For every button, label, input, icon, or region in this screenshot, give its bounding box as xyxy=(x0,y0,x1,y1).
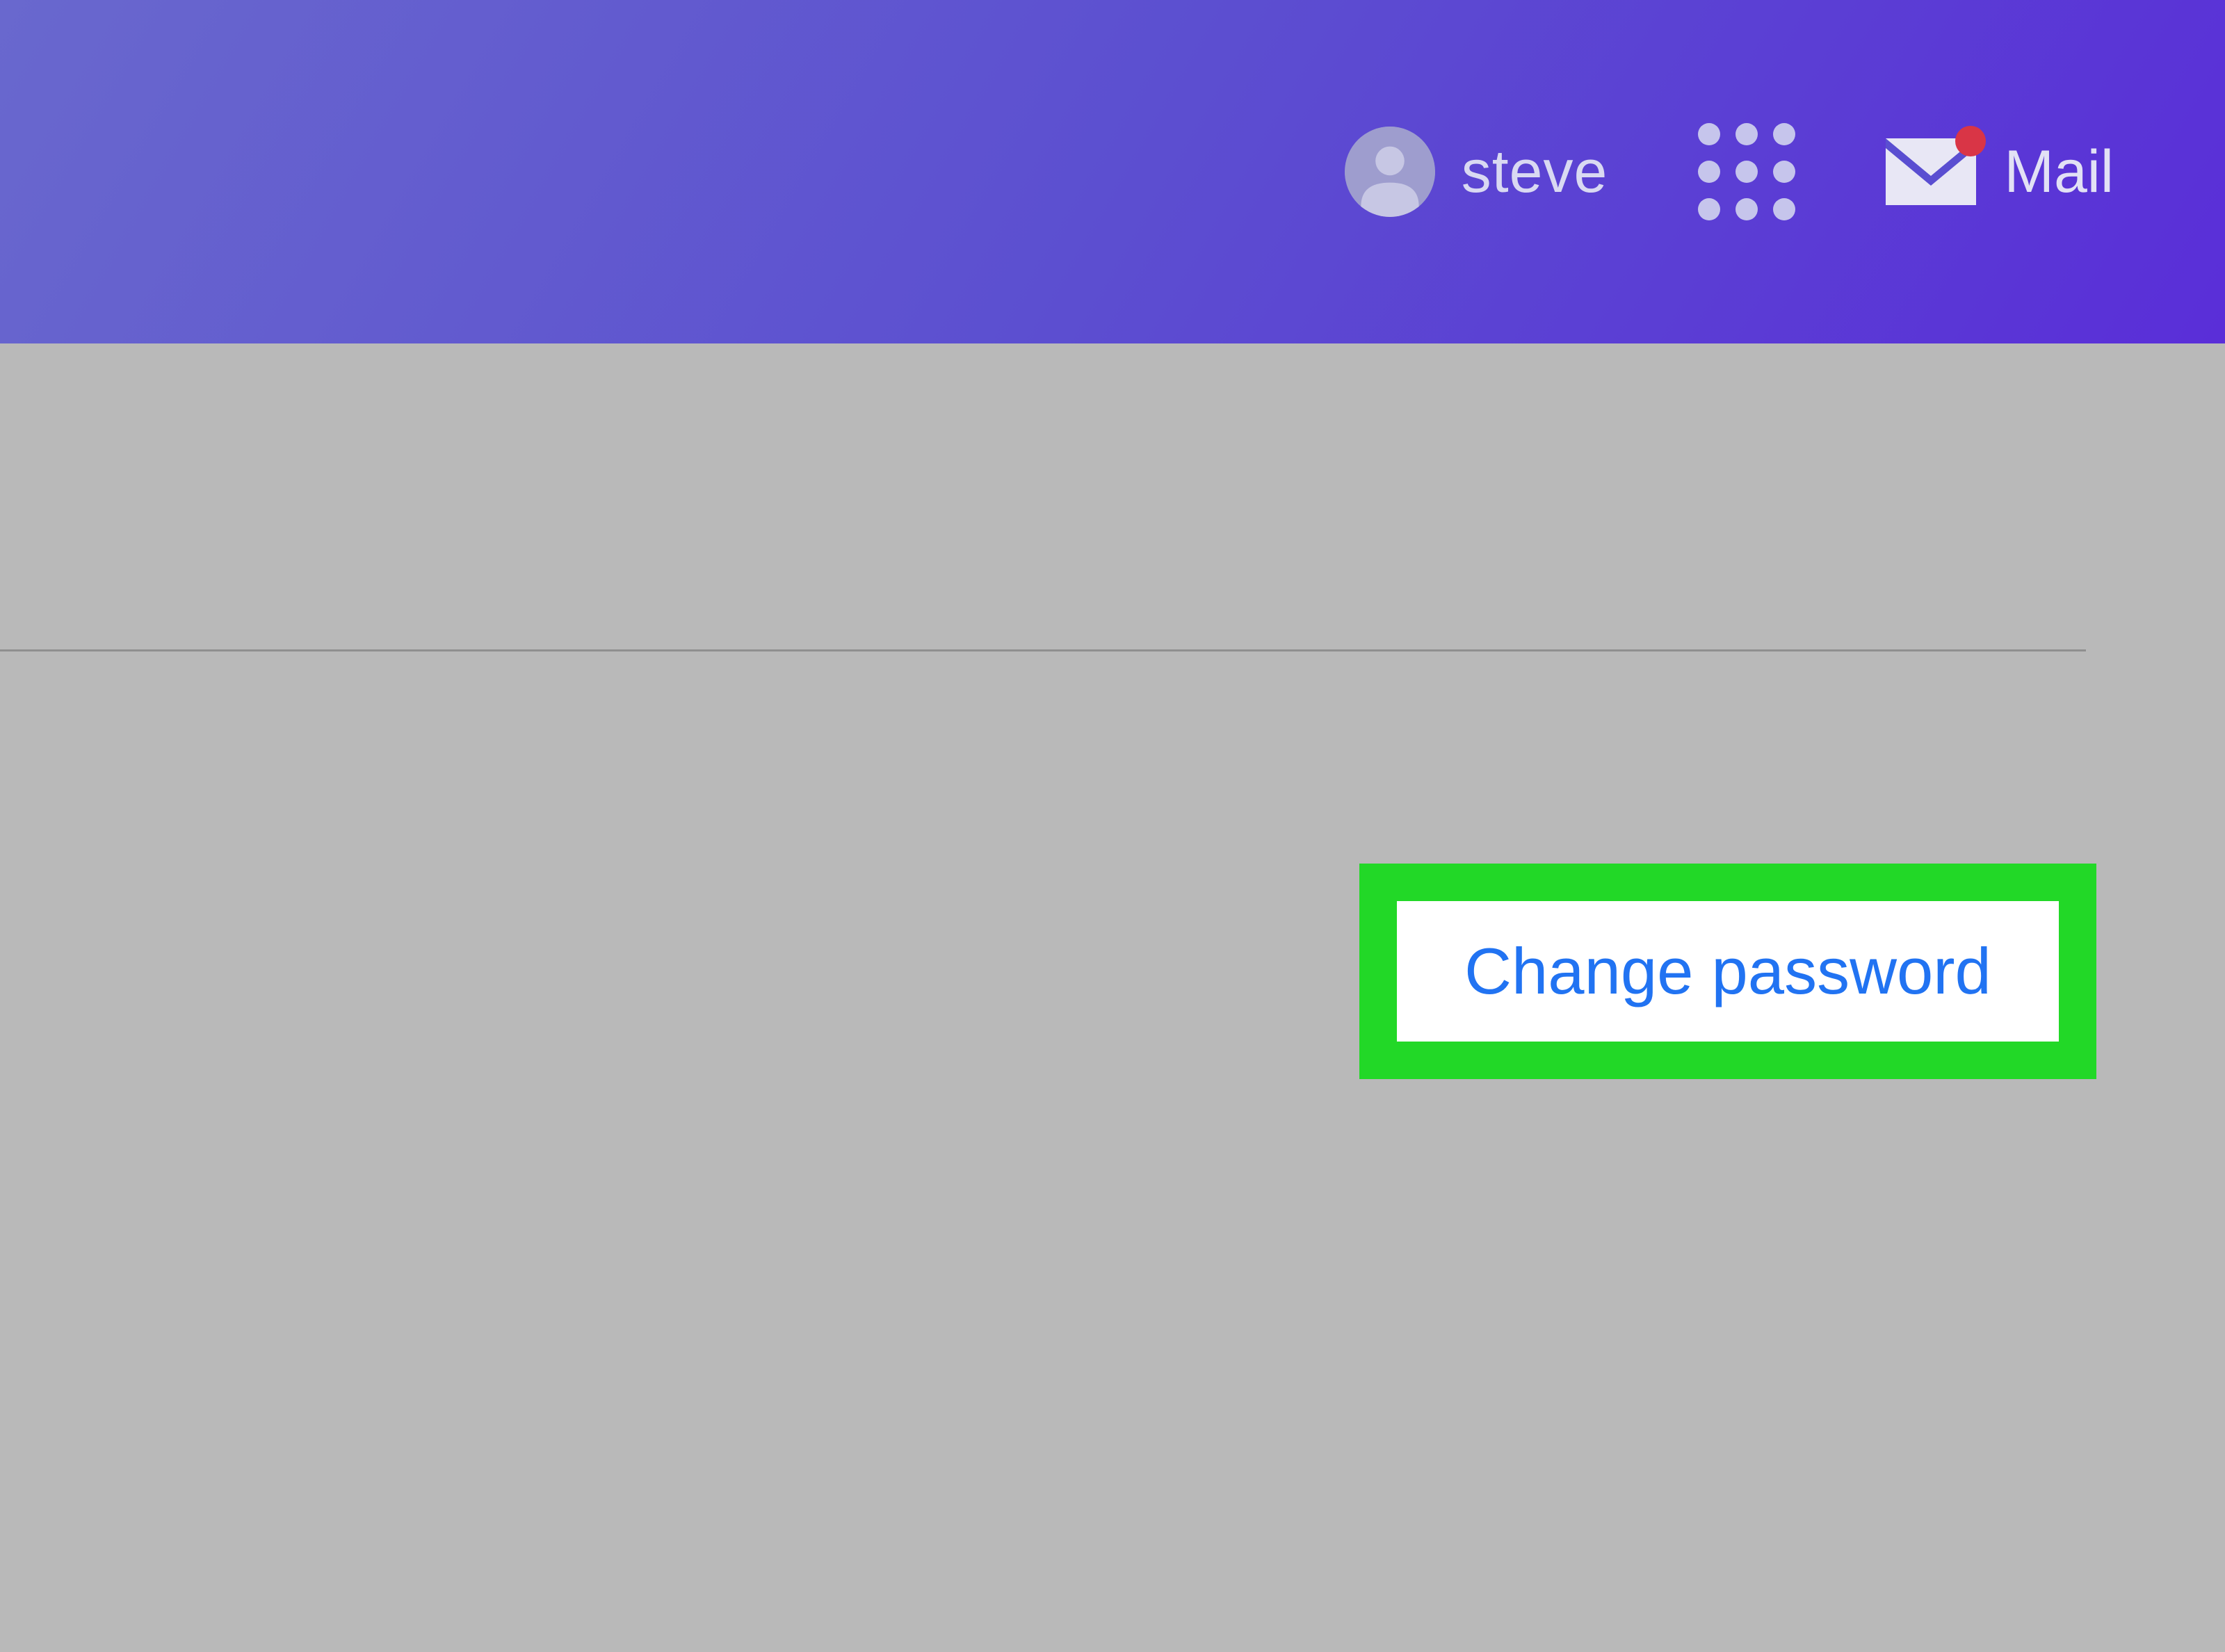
apps-menu-icon[interactable] xyxy=(1698,123,1795,220)
username-label: steve xyxy=(1462,138,1608,206)
grid-dot xyxy=(1698,198,1720,220)
highlight-inner: Change password xyxy=(1397,901,2059,1042)
app-header: steve Mail xyxy=(0,0,2225,343)
section-divider xyxy=(0,649,2086,651)
change-password-link[interactable]: Change password xyxy=(1464,934,1991,1009)
grid-dot xyxy=(1698,161,1720,183)
mail-link[interactable]: Mail xyxy=(1886,138,2114,206)
grid-dot xyxy=(1698,123,1720,145)
grid-dot xyxy=(1736,123,1758,145)
user-account-block[interactable]: steve xyxy=(1345,127,1608,217)
mail-label: Mail xyxy=(2004,138,2114,206)
notification-badge-icon xyxy=(1955,126,1986,156)
mail-icon xyxy=(1886,138,1976,205)
grid-dot xyxy=(1736,161,1758,183)
grid-dot xyxy=(1773,161,1795,183)
highlight-box: Change password xyxy=(1359,864,2096,1079)
grid-dot xyxy=(1773,123,1795,145)
grid-dot xyxy=(1773,198,1795,220)
avatar-icon xyxy=(1345,127,1435,217)
grid-dot xyxy=(1736,198,1758,220)
